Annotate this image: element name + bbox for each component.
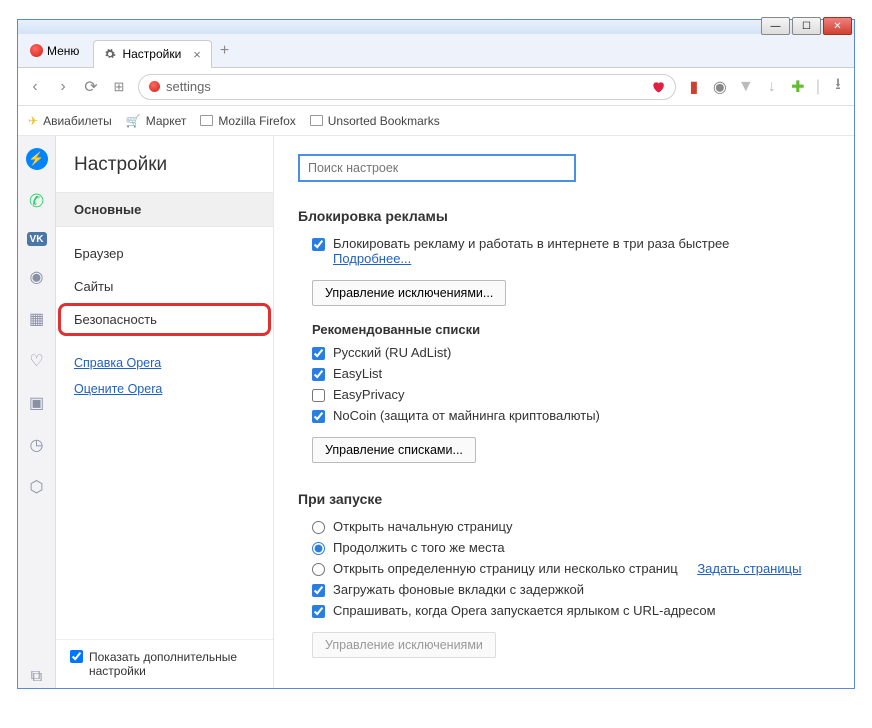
sidebar-item-basic[interactable]: Основные (56, 193, 273, 226)
tab-settings[interactable]: Настройки × (93, 40, 211, 68)
tab-title: Настройки (122, 47, 181, 61)
show-advanced-row[interactable]: Показать дополнительные настройки (56, 639, 273, 688)
settings-heading: Настройки (56, 148, 273, 192)
bookmark-folder[interactable]: Mozilla Firefox (200, 114, 295, 128)
show-advanced-label: Показать дополнительные настройки (89, 650, 259, 678)
rate-link[interactable]: Оцените Opera (56, 376, 273, 402)
whatsapp-icon[interactable]: ✆ (26, 190, 48, 212)
news-icon[interactable]: ▣ (26, 392, 48, 414)
cart-icon: 🛒 (126, 114, 141, 128)
block-ads-label: Блокировать рекламу и работать в интерне… (333, 236, 729, 251)
plane-icon: ✈ (28, 114, 38, 128)
opera-menu-button[interactable]: Меню (22, 40, 87, 62)
settings-content: Блокировка рекламы Блокировать рекламу и… (274, 136, 854, 688)
block-ads-checkbox[interactable] (312, 238, 325, 251)
download-arrow-icon[interactable]: ↓ (764, 79, 780, 95)
list-nocoin-checkbox[interactable] (312, 410, 325, 423)
list-ru-checkbox[interactable] (312, 347, 325, 360)
set-pages-link[interactable]: Задать страницы (697, 561, 801, 576)
speed-dial-button[interactable]: ⊞ (110, 79, 128, 95)
menu-label: Меню (47, 44, 79, 58)
address-input[interactable] (166, 79, 645, 94)
opera-logo-icon (30, 44, 43, 57)
sidebar-item-sites[interactable]: Сайты (56, 270, 273, 303)
expand-rail-icon[interactable]: ⧉ (26, 666, 48, 688)
settings-sidebar: Настройки Основные Браузер Сайты Безопас… (56, 136, 274, 688)
bookmark-item[interactable]: 🛒Маркет (126, 114, 187, 128)
startup-continue-radio[interactable] (312, 542, 325, 555)
gear-icon (104, 48, 116, 60)
heart-rail-icon[interactable]: ♡ (26, 350, 48, 372)
side-rail: ⚡ ✆ VK ◉ ▦ ♡ ▣ ◷ ⬡ ⧉ (18, 136, 56, 688)
bookmark-item[interactable]: ✈Авиабилеты (28, 114, 112, 128)
help-link[interactable]: Справка Opera (56, 350, 273, 376)
settings-search-input[interactable] (298, 154, 576, 182)
clock-icon[interactable]: ◷ (26, 434, 48, 456)
extension-icon-3[interactable]: ✚ (790, 79, 806, 95)
section-adblock-title: Блокировка рекламы (298, 208, 830, 224)
section-startup-title: При запуске (298, 491, 830, 507)
box-icon[interactable]: ⬡ (26, 476, 48, 498)
startup-manage-exceptions-button[interactable]: Управление исключениями (312, 632, 496, 658)
sidebar-item-browser[interactable]: Браузер (56, 237, 273, 270)
back-button[interactable]: ‹ (26, 78, 44, 96)
show-advanced-checkbox[interactable] (70, 650, 83, 663)
recommended-lists-title: Рекомендованные списки (312, 322, 830, 337)
list-easyprivacy-checkbox[interactable] (312, 389, 325, 402)
ask-shortcut-checkbox[interactable] (312, 605, 325, 618)
tab-strip: Меню Настройки × + (18, 34, 854, 68)
downloads-icon[interactable]: ⭳ (830, 79, 846, 95)
extension-icon-1[interactable]: ▮ (686, 79, 702, 95)
startup-open-start-radio[interactable] (312, 521, 325, 534)
forward-button[interactable]: › (54, 78, 72, 96)
tab-close-icon[interactable]: × (193, 47, 201, 62)
site-icon (149, 81, 160, 92)
close-button[interactable]: ✕ (823, 17, 852, 35)
folder-icon (310, 115, 323, 126)
manage-exceptions-button[interactable]: Управление исключениями... (312, 280, 506, 306)
reload-button[interactable]: ⟳ (82, 77, 100, 97)
sidebar-item-security[interactable]: Безопасность (60, 305, 269, 334)
grid-icon[interactable]: ▦ (26, 308, 48, 330)
shield-icon[interactable]: ▼ (738, 79, 754, 95)
vk-icon[interactable]: VK (27, 232, 47, 246)
bookmark-folder[interactable]: Unsorted Bookmarks (310, 114, 440, 128)
heart-icon[interactable] (651, 80, 665, 94)
address-bar[interactable] (138, 74, 676, 100)
minimize-button[interactable]: ― (761, 17, 790, 35)
messenger-icon[interactable]: ⚡ (26, 148, 48, 170)
camera-icon[interactable]: ◉ (26, 266, 48, 288)
background-tabs-checkbox[interactable] (312, 584, 325, 597)
new-tab-button[interactable]: + (220, 42, 229, 60)
maximize-button[interactable]: ☐ (792, 17, 821, 35)
extension-icon-2[interactable]: ◉ (712, 79, 728, 95)
bookmarks-bar: ✈Авиабилеты 🛒Маркет Mozilla Firefox Unso… (18, 106, 854, 136)
toolbar: ‹ › ⟳ ⊞ ▮ ◉ ▼ ↓ ✚ | ⭳ (18, 68, 854, 106)
window-titlebar: ― ☐ ✕ (18, 20, 854, 34)
startup-specific-radio[interactable] (312, 563, 325, 576)
manage-lists-button[interactable]: Управление списками... (312, 437, 476, 463)
list-easylist-checkbox[interactable] (312, 368, 325, 381)
adblock-more-link[interactable]: Подробнее... (333, 251, 411, 266)
folder-icon (200, 115, 213, 126)
